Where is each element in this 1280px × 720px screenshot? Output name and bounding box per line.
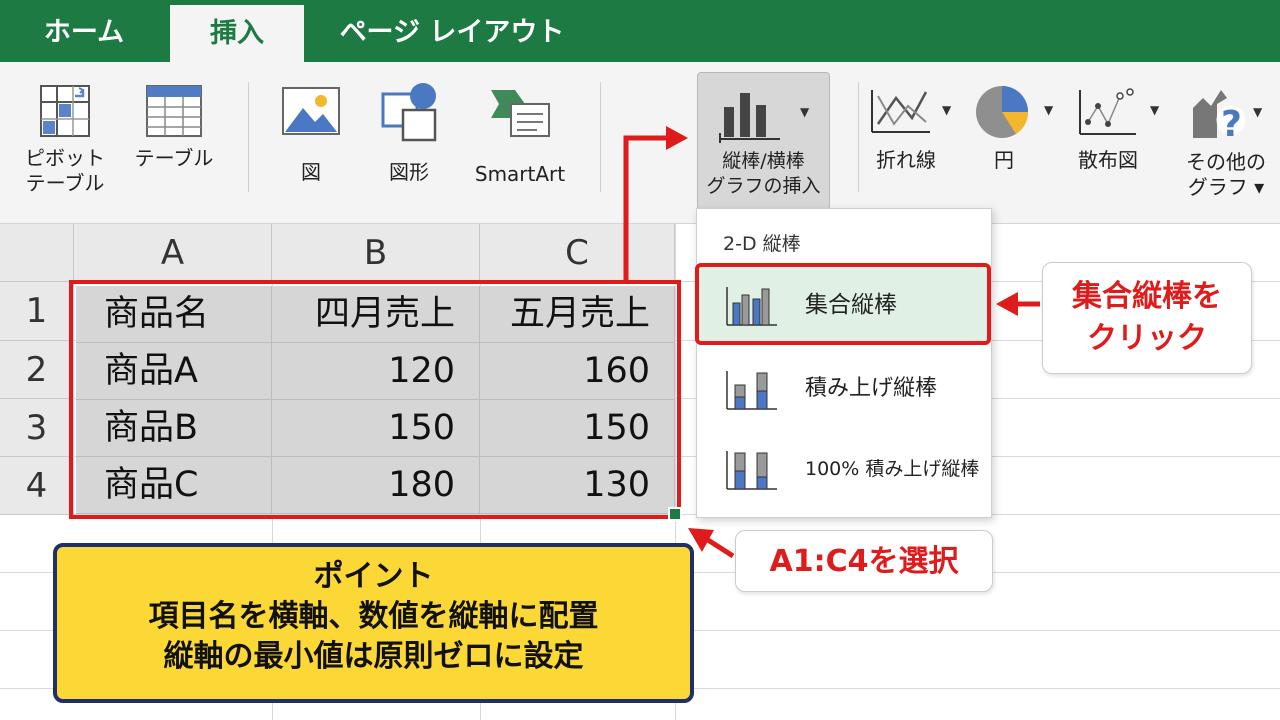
menu-item-label: 積み上げ縦棒 xyxy=(805,376,938,401)
tab-insert[interactable]: 挿入 xyxy=(170,5,304,62)
select-all-corner[interactable] xyxy=(0,224,74,282)
other-charts-icon: ? ▼ xyxy=(1193,90,1263,142)
column-header-b[interactable]: B xyxy=(272,224,480,282)
row-header-2[interactable]: 2 xyxy=(0,341,74,399)
pivot-table-icon xyxy=(40,85,90,137)
menu-item-100-stacked-column[interactable]: 100% 積み上げ縦棒 xyxy=(697,431,991,507)
callout-select-range: A1:C4を選択 xyxy=(735,530,993,592)
svg-text:▼: ▼ xyxy=(1253,105,1263,119)
table-button[interactable]: テーブル xyxy=(132,84,216,171)
callout-line: 集合縦棒を xyxy=(1072,279,1222,314)
menu-item-label: 100% 積み上げ縦棒 xyxy=(805,458,980,480)
shapes-button[interactable]: 図形 xyxy=(372,80,446,185)
note-line: 縦軸の最小値は原則ゼロに設定 xyxy=(163,639,584,674)
note-line: 項目名を横軸、数値を縦軸に配置 xyxy=(148,599,599,634)
callout-line: クリック xyxy=(1087,321,1207,356)
column-chart-icon xyxy=(719,93,780,143)
pie-chart-button[interactable]: ▼ 円 xyxy=(972,84,1058,173)
pivot-table-label: ピボット テーブル xyxy=(25,146,105,195)
row-header-1[interactable]: 1 xyxy=(0,282,74,341)
smartart-icon xyxy=(491,90,550,137)
pivot-table-button[interactable]: ピボット テーブル xyxy=(20,84,110,196)
scatter-chart-icon: ▼ xyxy=(1079,88,1160,135)
point-note-box: ポイント 項目名を横軸、数値を縦軸に配置 縦軸の最小値は原則ゼロに設定 xyxy=(53,543,694,703)
other-charts-button[interactable]: ? ▼ その他の グラフ ▾ xyxy=(1176,80,1276,200)
menu-item-stacked-column[interactable]: 積み上げ縦棒 xyxy=(697,351,991,427)
picture-label: 図 xyxy=(301,160,321,184)
shapes-icon xyxy=(381,83,437,142)
line-chart-icon: ▼ xyxy=(871,90,952,133)
chevron-down-icon[interactable]: ▼ xyxy=(800,105,809,119)
menu-highlight-box xyxy=(695,263,991,345)
smartart-label: SmartArt xyxy=(474,162,566,186)
menu-section-heading: 2-D 縦棒 xyxy=(723,233,801,255)
svg-text:▼: ▼ xyxy=(1150,103,1160,117)
picture-button[interactable]: 図 xyxy=(276,84,346,185)
other-charts-label: その他の グラフ ▾ xyxy=(1186,150,1266,199)
svg-text:▼: ▼ xyxy=(1044,103,1054,117)
scatter-chart-button[interactable]: ▼ 散布図 xyxy=(1072,84,1164,173)
column-chart-dropdown: 2-D 縦棒 集合縦棒 積み上げ縦棒 100% 積み上げ縦棒 xyxy=(696,208,992,518)
percent-stacked-column-icon xyxy=(726,451,777,490)
column-chart-label: 縦棒/横棒 グラフの挿入 xyxy=(706,150,821,197)
picture-icon xyxy=(282,87,340,135)
selection-highlight-box xyxy=(69,280,681,519)
ribbon-separator xyxy=(600,82,601,192)
insert-column-chart-button[interactable]: ▼ 縦棒/横棒 グラフの挿入 xyxy=(697,72,830,210)
tab-home[interactable]: ホーム xyxy=(22,0,146,62)
note-title: ポイント xyxy=(313,559,434,594)
line-chart-button[interactable]: ▼ 折れ線 xyxy=(864,84,956,173)
line-chart-label: 折れ線 xyxy=(876,148,936,172)
table-icon xyxy=(146,85,202,137)
ribbon-tab-bar: ホーム 挿入 ページ レイアウト xyxy=(0,0,1280,62)
column-header-a[interactable]: A xyxy=(74,224,272,282)
column-header-c[interactable]: C xyxy=(480,224,675,282)
ribbon-separator xyxy=(248,82,249,192)
shapes-label: 図形 xyxy=(389,160,429,184)
svg-text:▼: ▼ xyxy=(942,103,952,117)
row-header-3[interactable]: 3 xyxy=(0,399,74,457)
ribbon-separator xyxy=(858,82,859,192)
fill-handle[interactable] xyxy=(668,507,682,521)
pie-chart-label: 円 xyxy=(994,148,1014,172)
stacked-column-icon xyxy=(726,371,777,410)
scatter-chart-label: 散布図 xyxy=(1078,148,1138,172)
callout-click-clustered-column: 集合縦棒を クリック xyxy=(1042,262,1252,374)
smartart-button[interactable]: SmartArt xyxy=(464,84,576,187)
table-label: テーブル xyxy=(134,146,214,170)
tab-page-layout[interactable]: ページ レイアウト xyxy=(322,0,582,62)
svg-text:?: ? xyxy=(1221,104,1242,142)
ribbon-insert: ピボット テーブル テーブル 図 図形 SmartArt ▼ 縦棒/横棒 グラフ… xyxy=(0,62,1280,224)
pie-chart-icon: ▼ xyxy=(976,86,1054,138)
row-header-4[interactable]: 4 xyxy=(0,457,74,515)
